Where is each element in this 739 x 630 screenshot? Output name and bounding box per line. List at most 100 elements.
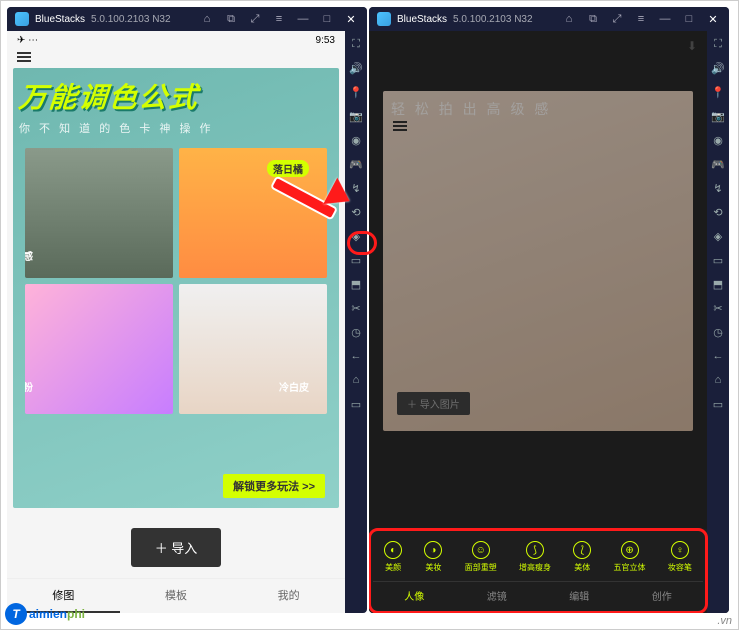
rotate-icon[interactable]: ⟲ <box>349 205 363 219</box>
clock-icon[interactable]: ◷ <box>711 325 725 339</box>
tab-mine[interactable]: 我的 <box>232 579 345 613</box>
tab-template[interactable]: 模板 <box>120 579 233 613</box>
app-version: 5.0.100.2103 N32 <box>453 14 533 25</box>
promo-title: 万能调色公式 <box>17 76 334 116</box>
tool-label: 增高瘦身 <box>519 562 551 573</box>
expand-icon[interactable]: ⤢ <box>609 11 625 27</box>
location-icon[interactable]: ◈ <box>349 229 363 243</box>
screenshot-icon[interactable]: ✂ <box>711 301 725 315</box>
import-button[interactable]: ＋ 导入 <box>131 528 222 567</box>
unlock-button[interactable]: 解锁更多玩法 >> <box>223 474 325 498</box>
home-icon[interactable]: ⌂ <box>199 11 215 27</box>
minimize-icon[interactable]: — <box>657 11 673 27</box>
fullscreen-icon[interactable]: ⛶ <box>349 37 363 51</box>
download-icon[interactable]: ⬇ <box>687 39 697 53</box>
recent-icon[interactable]: ▭ <box>349 397 363 411</box>
tool-6[interactable]: ♀妆容笔 <box>668 541 692 573</box>
tool-label: 五官立体 <box>614 562 646 573</box>
close-icon[interactable]: ✕ <box>343 11 359 27</box>
tool-4[interactable]: ⟅ 美体 <box>573 541 591 573</box>
promo-cell-4[interactable]: 冷白皮 <box>179 284 327 414</box>
copy-icon[interactable]: ⧉ <box>223 11 239 27</box>
portrait-preview[interactable]: 轻 松 拍 出 高 级 感 ＋ 导入图片 <box>383 91 693 431</box>
camera-icon[interactable]: 📷 <box>711 109 725 123</box>
recent-icon[interactable]: ▭ <box>711 397 725 411</box>
category-1[interactable]: 滤镜 <box>487 588 507 603</box>
folder-icon[interactable]: ▭ <box>711 253 725 267</box>
apk-icon[interactable]: ⬒ <box>711 277 725 291</box>
bluestacks-logo-icon <box>377 12 391 26</box>
screenshot-icon[interactable]: ✂ <box>349 301 363 315</box>
tool-2[interactable]: ☺面部重塑 <box>465 541 497 573</box>
gamepad-icon[interactable]: 🎮 <box>711 157 725 171</box>
back-icon[interactable]: ← <box>711 349 725 363</box>
tool-label: 美颜 <box>385 562 401 573</box>
tool-icon: ⊕ <box>621 541 639 559</box>
rotate-icon[interactable]: ⟲ <box>711 205 725 219</box>
tool-icon: ⟆ <box>526 541 544 559</box>
tool-3[interactable]: ⟆ 增高瘦身 <box>519 541 551 573</box>
app-name: BlueStacks <box>397 14 447 25</box>
pin-icon[interactable]: 📍 <box>349 85 363 99</box>
hamburger-icon[interactable] <box>17 52 335 62</box>
tool-icon: ◑ <box>424 541 442 559</box>
category-2[interactable]: 编辑 <box>569 588 589 603</box>
category-3[interactable]: 创作 <box>652 588 672 603</box>
location-icon[interactable]: ◈ <box>711 229 725 243</box>
camera-icon[interactable]: 📷 <box>349 109 363 123</box>
tool-1[interactable]: ◑ 美妆 <box>424 541 442 573</box>
record-icon[interactable]: ◉ <box>349 133 363 147</box>
tool-label: 美体 <box>574 562 590 573</box>
pin-icon[interactable]: 📍 <box>711 85 725 99</box>
tool-icon: ♀ <box>671 541 689 559</box>
maximize-icon[interactable]: □ <box>319 11 335 27</box>
promo-card[interactable]: 万能调色公式 你 不 知 道 的 色 卡 神 操 作 电影感 落日橘 樱花粉 冷… <box>13 68 339 508</box>
vn-text: .vn <box>717 615 732 627</box>
minimize-icon[interactable]: — <box>295 11 311 27</box>
folder-icon[interactable]: ▭ <box>349 253 363 267</box>
app-name: BlueStacks <box>35 14 85 25</box>
watermark-badge-icon: T <box>5 603 27 625</box>
import-photo-button[interactable]: ＋ 导入图片 <box>397 392 470 415</box>
status-icons: ✈ ⋯ <box>17 35 38 46</box>
left-bluestacks-window: BlueStacks 5.0.100.2103 N32 ⌂⧉⤢≡—□✕ ✈ ⋯ … <box>7 7 367 613</box>
bluestacks-logo-icon <box>15 12 29 26</box>
status-time: 9:53 <box>316 35 335 46</box>
titlebar: BlueStacks 5.0.100.2103 N32 ⌂⧉⤢≡—□✕ <box>7 7 367 31</box>
tool-5[interactable]: ⊕ 五官立体 <box>614 541 646 573</box>
back-icon[interactable]: ← <box>349 349 363 363</box>
tool-label: 美妆 <box>425 562 441 573</box>
tool-0[interactable]: ◐ 美颜 <box>384 541 402 573</box>
titlebar: BlueStacks 5.0.100.2103 N32 ⌂ ⧉ ⤢ ≡ — □ ✕ <box>369 7 729 31</box>
tool-label: 面部重塑 <box>465 562 497 573</box>
volume-icon[interactable]: 🔊 <box>349 61 363 75</box>
shake-icon[interactable]: ↯ <box>349 181 363 195</box>
close-icon[interactable]: ✕ <box>705 11 721 27</box>
fullscreen-icon[interactable]: ⛶ <box>711 37 725 51</box>
menu-icon[interactable]: ≡ <box>633 11 649 27</box>
expand-icon[interactable]: ⤢ <box>247 11 263 27</box>
promo-cell-1[interactable]: 电影感 <box>25 148 173 278</box>
clock-icon[interactable]: ◷ <box>349 325 363 339</box>
menu-icon[interactable]: ≡ <box>271 11 287 27</box>
sidebar: ⛶ 🔊 📍 📷 ◉ 🎮 ↯ ⟲ ◈ ▭ ⬒ ✂ ◷ ← ⌂ ▭ <box>345 31 367 613</box>
home-icon[interactable]: ⌂ <box>561 11 577 27</box>
promo-subtitle: 你 不 知 道 的 色 卡 神 操 作 <box>19 120 333 136</box>
sidebar: ⛶ 🔊 📍 📷 ◉ 🎮 ↯ ⟲ ◈ ▭ ⬒ ✂ ◷ ← ⌂ ▭ <box>707 31 729 613</box>
shake-icon[interactable]: ↯ <box>711 181 725 195</box>
beauty-toolbar: ◐ 美颜 ◑ 美妆 ☺面部重塑 ⟆ 增高瘦身 ⟅ 美体 ⊕ 五官立体 ♀妆容笔 人像 滤镜 编辑 创作 <box>369 529 707 613</box>
tool-icon: ◐ <box>384 541 402 559</box>
tool-icon: ⟅ <box>573 541 591 559</box>
maximize-icon[interactable]: □ <box>681 11 697 27</box>
volume-icon[interactable]: 🔊 <box>711 61 725 75</box>
home2-icon[interactable]: ⌂ <box>349 373 363 387</box>
category-0[interactable]: 人像 <box>404 588 424 603</box>
apk-icon[interactable]: ⬒ <box>349 277 363 291</box>
record-icon[interactable]: ◉ <box>711 133 725 147</box>
hamburger-icon[interactable] <box>393 121 407 131</box>
copy-icon[interactable]: ⧉ <box>585 11 601 27</box>
home2-icon[interactable]: ⌂ <box>711 373 725 387</box>
gamepad-icon[interactable]: 🎮 <box>349 157 363 171</box>
promo-cell-3[interactable]: 樱花粉 <box>25 284 173 414</box>
promo-cell-2[interactable]: 落日橘 <box>179 148 327 278</box>
